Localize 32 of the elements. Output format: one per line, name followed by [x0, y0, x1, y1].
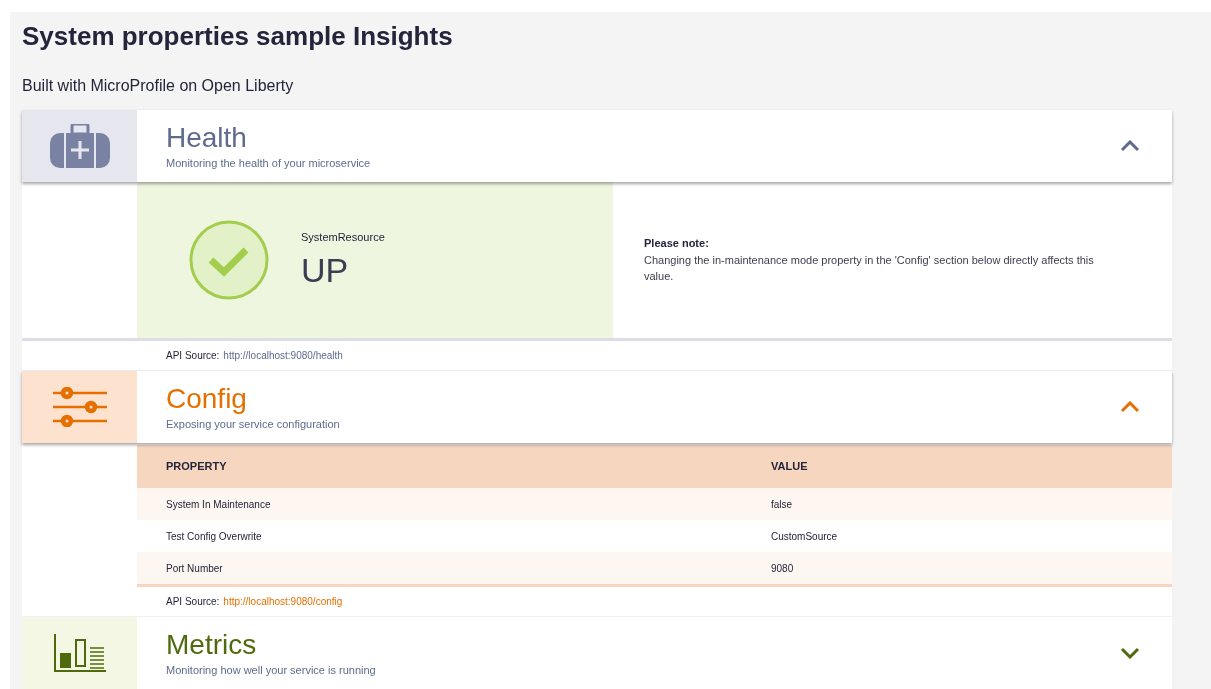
table-cell-text: CustomSource [770, 529, 838, 544]
section-header[interactable]: Config Exposing your service configuration [22, 371, 1172, 443]
sliders-icon [52, 387, 107, 427]
collapse-chevron-icon[interactable] [1120, 401, 1140, 413]
resource-name: SystemResource [301, 229, 385, 245]
note-title: Please note: [644, 236, 710, 252]
table-cell-text: System In Maintenance [165, 497, 272, 512]
page-subtitle: Built with MicroProfile on Open Liberty [22, 76, 295, 96]
table-cell-text: Test Config Overwrite [165, 529, 263, 544]
column-header: PROPERTY [165, 459, 228, 475]
first-aid-kit-icon [49, 124, 110, 168]
section-title: Health [166, 121, 248, 156]
section-description: Exposing your service configuration [166, 417, 341, 433]
page-title: System properties sample Insights [22, 20, 454, 53]
status-value: UP [301, 250, 350, 291]
section-header[interactable]: Health Monitoring the health of your microservice [22, 110, 1172, 182]
api-source-label: API Source: [166, 595, 220, 609]
api-source-label: API Source: [166, 349, 220, 363]
api-source-link[interactable]: http://localhost:9080/config [223, 594, 343, 609]
section-title: Config [166, 382, 248, 417]
table-cell-text: Port Number [165, 561, 224, 576]
section-description: Monitoring how well your service is running [166, 663, 377, 679]
table-cell-text: 9080 [770, 561, 794, 576]
section-description: Monitoring the health of your microservice [166, 156, 372, 172]
note-text: Changing the in-maintenance mode property in the 'Config' section below directly affects this value. [644, 252, 1095, 285]
api-source-link[interactable]: http://localhost:9080/health [223, 348, 343, 363]
bar-chart-icon [53, 634, 106, 672]
section-title: Metrics [166, 628, 258, 663]
collapse-chevron-icon[interactable] [1120, 140, 1140, 152]
expand-chevron-icon[interactable] [1120, 647, 1140, 659]
column-header: VALUE [770, 459, 808, 475]
table-cell-text: false [770, 497, 793, 512]
